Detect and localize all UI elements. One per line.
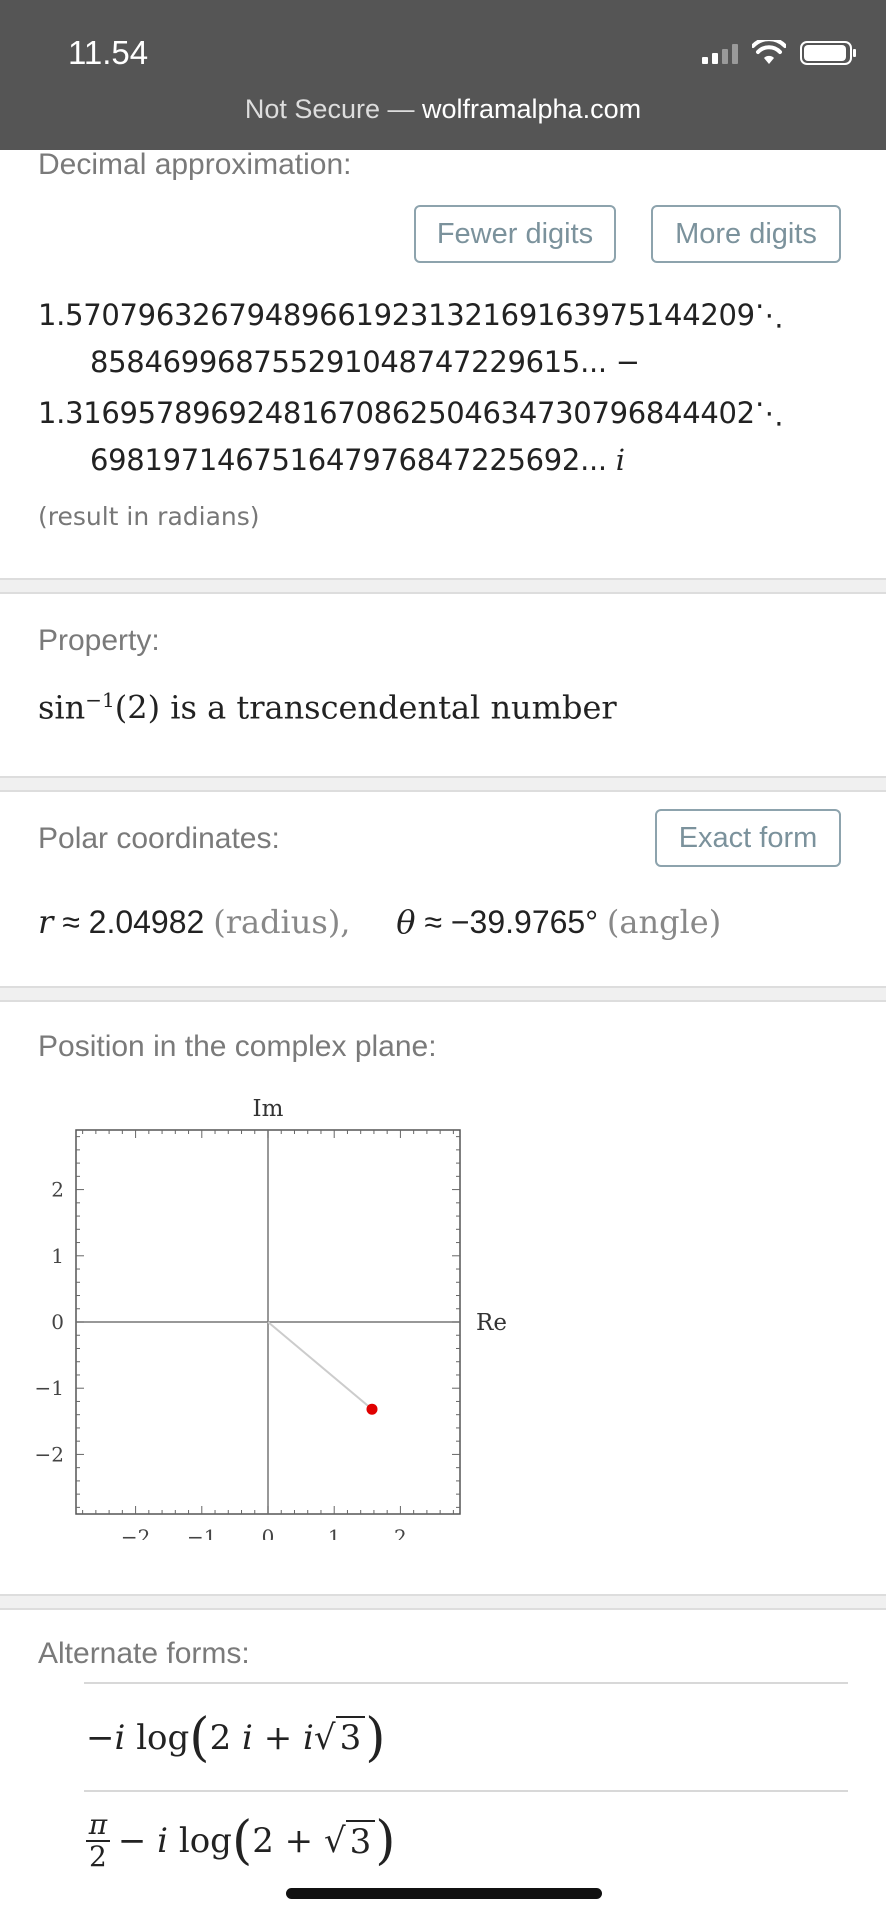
form1-root: 3 [335, 1716, 366, 1758]
decimal-value-line-4: 698197146751647976847225692... i [90, 443, 625, 477]
property-func: sin [38, 688, 86, 727]
form1-open-paren: ( [189, 1708, 210, 1768]
form1-log: log [136, 1718, 190, 1758]
polar-coordinates-title: Polar coordinates: [38, 822, 280, 855]
pi-over-two-fraction: π 2 [86, 1810, 110, 1872]
alternate-form-1: −i log(2 i + i√ 3) [86, 1708, 386, 1768]
form2-i: i [157, 1821, 169, 1861]
pod-separator [0, 578, 886, 594]
y-axis-label: Im [253, 1096, 284, 1122]
home-indicator[interactable] [286, 1888, 602, 1899]
form2-root: 3 [345, 1820, 376, 1862]
y-tick-label: 2 [51, 1178, 64, 1202]
approx-symbol: ≈ [424, 904, 442, 940]
decimal-value-line-4-digits: 698197146751647976847225692... [90, 443, 607, 477]
radians-note: (result in radians) [38, 502, 260, 531]
cellular-signal-icon [702, 42, 738, 64]
x-tick-label: 1 [328, 1525, 341, 1540]
url-domain: wolframalpha.com [422, 94, 642, 124]
angle-value: −39.9765° [450, 904, 599, 940]
form2-open-paren: ( [231, 1811, 253, 1871]
complex-plane-title: Position in the complex plane: [38, 1030, 437, 1063]
theta-symbol: θ [396, 903, 416, 941]
r-symbol: r [38, 903, 54, 941]
imaginary-unit: i [615, 443, 625, 477]
form2-inner: 2 + [252, 1821, 314, 1861]
polar-values: r ≈ 2.04982 (radius), θ ≈ −39.9765° (ang… [38, 903, 721, 941]
data-point [366, 1403, 378, 1415]
alternate-form-divider [84, 1790, 848, 1792]
more-digits-button[interactable]: More digits [651, 205, 841, 263]
alternate-form-divider [84, 1682, 848, 1684]
form2-log: log [178, 1821, 232, 1861]
pod-separator [0, 776, 886, 792]
form2-close-paren: ) [375, 1811, 396, 1871]
sqrt-icon: √ [313, 1718, 336, 1758]
form1-two: 2 [209, 1718, 232, 1758]
sqrt-icon: √ [323, 1821, 346, 1861]
form1-minus: − [86, 1718, 115, 1758]
status-time: 11.54 [68, 34, 149, 71]
decimal-value-line-2: 858469968755291048747229615... − [90, 345, 640, 379]
y-tick-label: −2 [35, 1442, 64, 1466]
property-text: is a transcendental number [170, 688, 617, 727]
x-tick-label: −2 [121, 1525, 150, 1540]
security-label: Not Secure — [244, 94, 415, 124]
form1-i: i [114, 1718, 126, 1758]
property-title: Property: [38, 624, 160, 657]
complex-plane-plot: −2 −1 0 1 2 2 1 0 −1 −2 Im Re [35, 1096, 507, 1540]
decimal-value-line-1: 1.570796326794896619231321691639751442​0… [38, 298, 784, 332]
form1-i3: i [303, 1718, 314, 1758]
y-tick-label: 1 [51, 1244, 64, 1268]
pod-separator [0, 986, 886, 1002]
form1-plus: + [263, 1718, 293, 1758]
status-icons [702, 40, 856, 66]
property-sup: −1 [85, 688, 115, 712]
form1-i2: i [242, 1718, 253, 1758]
x-tick-label: 2 [394, 1525, 407, 1540]
alternate-form-2: π 2 − i log(2 + √ 3) [86, 1810, 396, 1872]
browser-top-bar: 11.54 Not Secure — wolframalpha.com [0, 0, 886, 150]
alternate-forms-title: Alternate forms: [38, 1637, 250, 1670]
radius-value: 2.04982 [88, 904, 205, 940]
form2-minus: − [117, 1821, 147, 1861]
exact-form-button[interactable]: Exact form [655, 809, 841, 867]
form2-denominator: 2 [86, 1840, 110, 1872]
approx-symbol: ≈ [62, 904, 80, 940]
wifi-icon [752, 40, 786, 64]
pod-separator [0, 1594, 886, 1610]
y-tick-label: 0 [51, 1310, 64, 1334]
url-bar[interactable]: Not Secure — wolframalpha.com [0, 94, 886, 125]
x-tick-label: 0 [262, 1525, 275, 1540]
property-statement: sin−1(2) is a transcendental number [38, 688, 617, 727]
form1-close-paren: ) [365, 1708, 386, 1768]
x-tick-label: −1 [187, 1525, 216, 1540]
x-axis-label: Re [476, 1310, 507, 1336]
property-arg: (2) [114, 688, 161, 727]
decimal-approximation-title: Decimal approximation: [38, 148, 352, 181]
decimal-value-line-3: 1.316957896924816708625046347307968444​0… [38, 396, 784, 430]
radius-label: (radius), [213, 903, 351, 941]
vector-line [267, 1321, 373, 1410]
form2-numerator: π [88, 1808, 108, 1841]
y-tick-label: −1 [35, 1376, 64, 1400]
battery-icon [800, 41, 856, 65]
angle-label: (angle) [606, 903, 722, 941]
fewer-digits-button[interactable]: Fewer digits [414, 205, 616, 263]
